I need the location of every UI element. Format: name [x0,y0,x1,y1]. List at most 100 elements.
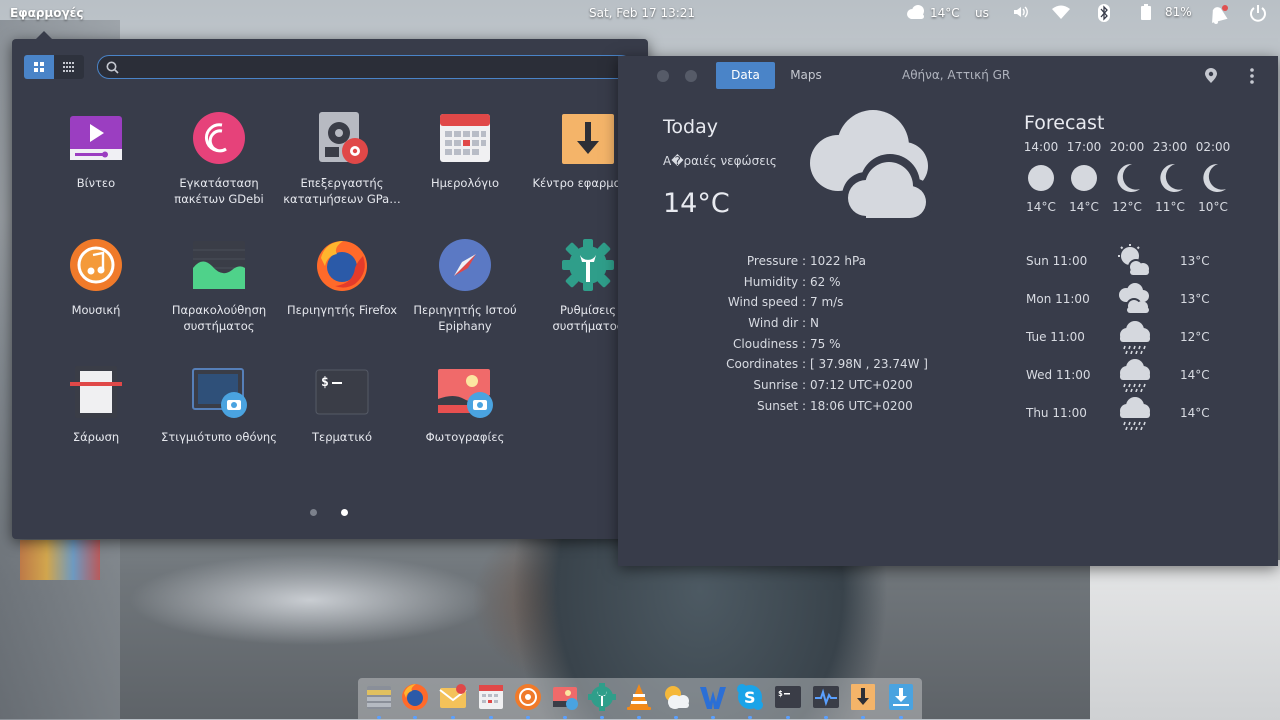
page-dot-2[interactable] [341,509,348,516]
keyboard-layout-indicator[interactable]: us [975,6,989,20]
dock-item-terminal[interactable]: $ [773,682,803,719]
dock-item-calendar[interactable] [476,682,506,719]
window-maximize-button[interactable] [685,70,697,82]
app-label: Φωτογραφίες [425,430,505,444]
sun-cloud-icon [1118,244,1149,275]
app-terminal[interactable]: $ Τερματικό [282,365,402,445]
photos-icon [438,369,493,418]
notifications-icon[interactable] [1207,4,1229,24]
tab-data[interactable]: Data [716,62,775,89]
app-center-icon [851,684,875,710]
skype-icon: S [737,684,763,710]
dock-item-mail[interactable] [438,682,468,719]
day-temp: 14°C [1180,368,1210,382]
app-epiphany[interactable]: Περιηγητής Ιστού Epiphany [405,238,525,334]
app-scanner[interactable]: Σάρωση [36,365,156,445]
hour-temp: 12°C [1112,200,1142,214]
svg-text:S: S [744,688,756,707]
wifi-icon[interactable] [1051,4,1071,20]
app-photos[interactable]: Φωτογραφίες [405,365,525,445]
detail-row-sunset: Sunset : 18:06 UTC+0200 [678,399,928,420]
dock-item-system-monitor[interactable] [811,682,841,719]
forecast-title: Forecast [1024,112,1105,134]
detail-value: 07:12 UTC+0200 [810,378,913,393]
moon-icon [1117,163,1140,192]
detail-key: Sunset : [756,398,806,413]
app-video[interactable]: Βίντεο [36,111,156,191]
app-label: Βίντεο [76,176,116,190]
battery-icon [1141,4,1151,20]
app-system-monitor[interactable]: Παρακολούθηση συστήματος [159,238,279,334]
app-music[interactable]: Μουσική [36,238,156,318]
app-calendar[interactable]: Ημερολόγιο [405,111,525,191]
hour-temp: 14°C [1026,200,1056,214]
dock: S $ [358,678,922,719]
hour-time: 20:00 [1109,140,1145,154]
search-icon [106,61,119,74]
day-temp: 12°C [1180,330,1210,344]
hour-temp: 10°C [1198,200,1228,214]
volume-icon[interactable] [1012,4,1028,20]
menu-icon[interactable] [1250,68,1254,84]
weather-icon [665,686,689,709]
dock-item-files[interactable] [364,682,394,719]
power-icon[interactable] [1249,4,1267,22]
clock-indicator[interactable]: Sat, Feb 17 13:21 [589,6,695,20]
day-label: Thu 11:00 [1026,406,1087,420]
moon-icon [1160,163,1183,192]
screenshot-icon [192,368,247,418]
battery-percent: 81% [1165,5,1192,19]
clouds-icon [1119,283,1149,314]
battery-indicator[interactable]: 81% [1140,4,1192,20]
app-label: Περιηγητής Firefox [286,303,398,317]
applications-menu-button[interactable]: Εφαρμογές [10,6,83,20]
detail-row-sunrise: Sunrise : 07:12 UTC+0200 [678,378,928,399]
detail-key: Cloudiness : [733,336,806,351]
app-center-icon [562,114,614,164]
hourly-item: 14:00 14°C [1018,140,1064,214]
day-temp: 14°C [1180,406,1210,420]
daily-item: Thu 11:00 14°C [1026,394,1226,432]
app-firefox[interactable]: Περιηγητής Firefox [282,238,402,318]
svg-text:$: $ [778,689,783,698]
system-monitor-icon [193,241,245,289]
dock-item-music[interactable] [513,682,543,719]
page-dot-1[interactable] [310,509,317,516]
search-box[interactable] [97,55,633,79]
weather-indicator[interactable]: 14°C [905,4,960,22]
dock-item-app-center[interactable] [848,682,878,719]
dock-item-vlc[interactable] [624,682,654,719]
dock-item-weather[interactable] [661,682,691,719]
app-gparted[interactable]: Επεξεργαστής κατατμήσεων GPa… [282,111,402,207]
cloud-icon [907,5,924,19]
daily-item: Sun 11:00 13°C [1026,242,1226,280]
grid-view-button[interactable] [24,55,54,79]
clouds-icon [810,110,933,222]
files-icon [367,686,391,709]
bluetooth-icon[interactable] [1097,4,1111,22]
dock-item-skype[interactable]: S [735,682,765,719]
dock-item-photos[interactable] [550,682,580,719]
mail-icon [439,684,467,708]
downloader-icon [889,684,913,710]
dock-item-firefox[interactable] [400,682,430,719]
tab-maps[interactable]: Maps [780,62,832,89]
app-gdebi[interactable]: Εγκατάσταση πακέτων GDebi [159,111,279,207]
terminal-icon: $ [775,686,801,708]
view-toggle [24,55,84,79]
firefox-icon [317,241,367,291]
search-input[interactable] [125,59,609,75]
dock-item-downloader[interactable] [886,682,916,719]
hour-time: 17:00 [1066,140,1102,154]
gdebi-icon [193,112,245,164]
detail-key: Pressure : [746,254,806,268]
location-pin-icon[interactable] [1205,68,1217,83]
category-view-button[interactable] [54,55,84,79]
dock-item-writer[interactable] [698,682,728,719]
app-screenshot[interactable]: Στιγμιότυπο οθόνης [159,365,279,445]
dock-item-settings[interactable] [587,682,617,719]
detail-key: Wind speed : [727,295,806,310]
rain-icon [1120,359,1150,392]
window-close-button[interactable] [657,70,669,82]
rain-icon [1120,321,1150,354]
